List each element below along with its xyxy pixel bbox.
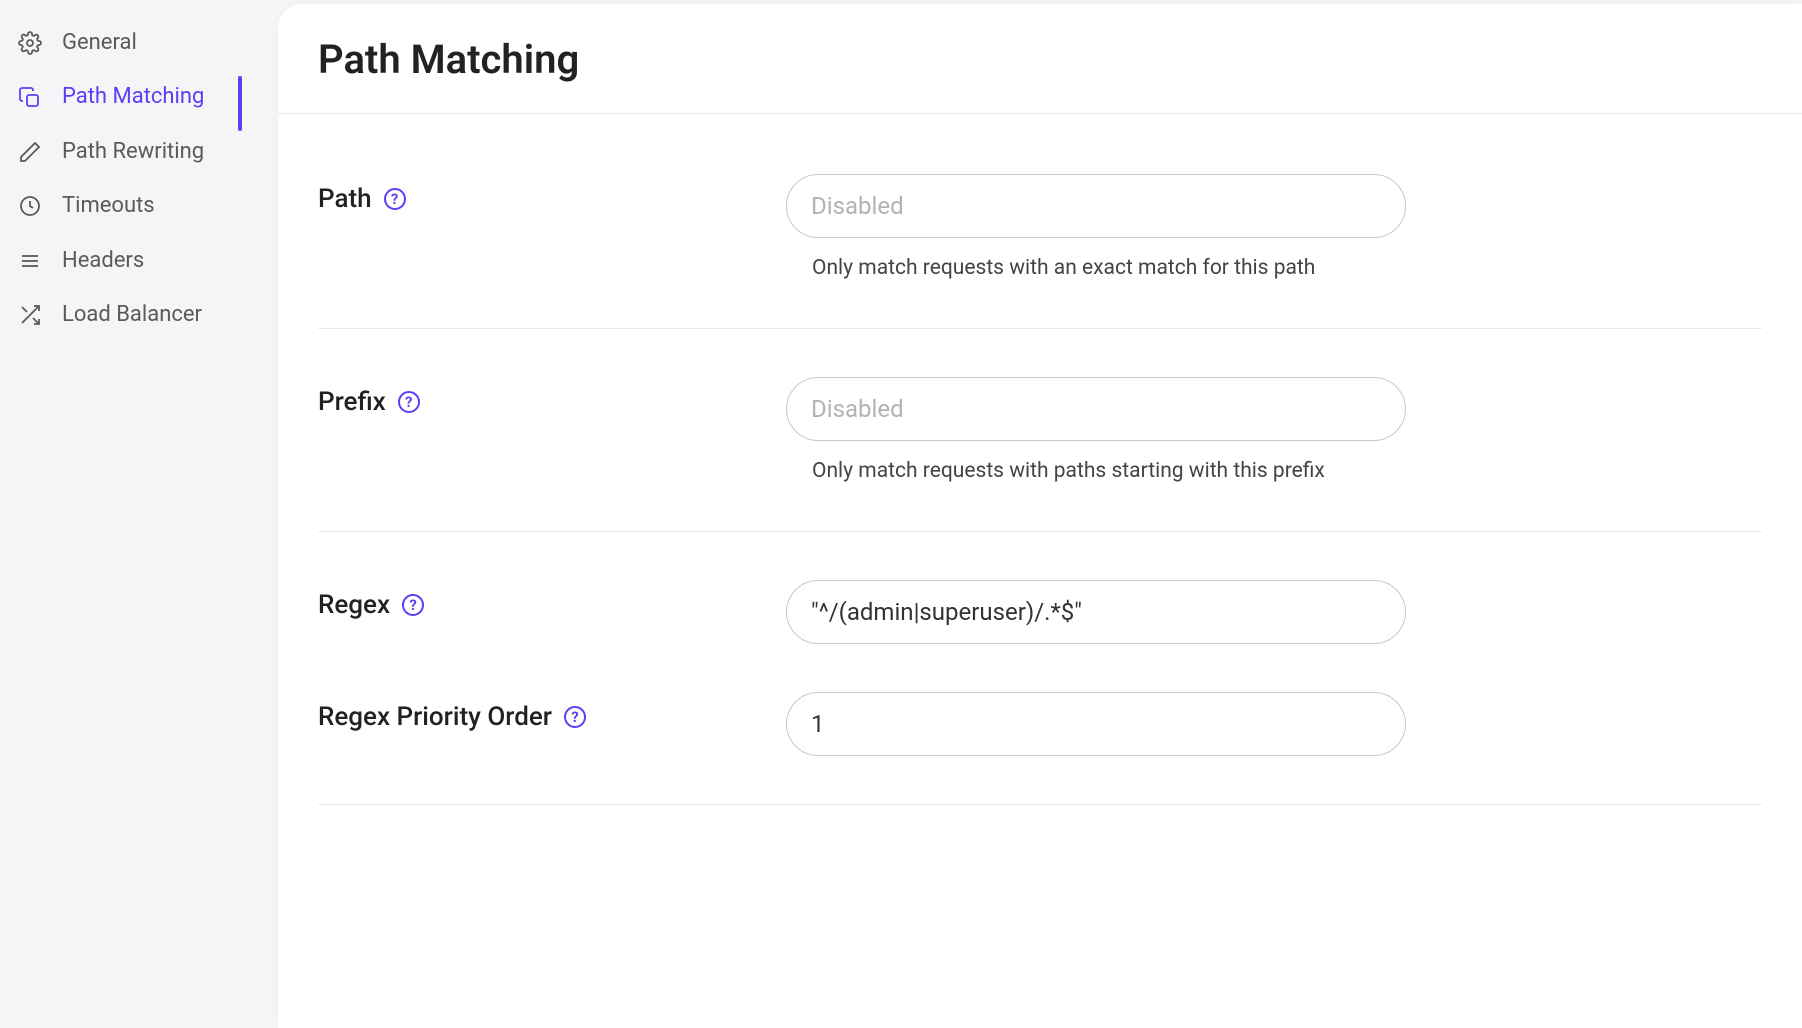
prefix-help-text: Only match requests with paths starting … (812, 459, 1682, 483)
form-row-prefix: Prefix ? Only match requests with paths … (318, 377, 1762, 532)
form-input-col: Only match requests with paths starting … (786, 377, 1762, 483)
regex-priority-label: Regex Priority Order (318, 702, 552, 732)
form-label-col: Path ? (318, 174, 786, 214)
sidebar-item-timeouts[interactable]: Timeouts (0, 179, 278, 233)
path-label: Path (318, 184, 372, 214)
sidebar-item-load-balancer[interactable]: Load Balancer (0, 288, 278, 342)
form-row-path: Path ? Only match requests with an exact… (318, 174, 1762, 329)
clock-icon (18, 194, 42, 218)
form-label-col: Regex Priority Order ? (318, 692, 786, 732)
shuffle-icon (18, 303, 42, 327)
layout: General Path Matching Path Rewriting Tim… (0, 0, 1802, 1028)
gear-icon (18, 31, 42, 55)
form-row-regex-priority: Regex Priority Order ? (318, 692, 1762, 805)
help-icon[interactable]: ? (398, 391, 420, 413)
sidebar-item-label: Timeouts (62, 193, 155, 219)
sidebar-item-general[interactable]: General (0, 16, 278, 70)
page-title: Path Matching (318, 36, 1762, 83)
sidebar-item-label: Path Matching (62, 84, 204, 110)
form-area: Path ? Only match requests with an exact… (278, 114, 1802, 853)
form-label-col: Prefix ? (318, 377, 786, 417)
lines-icon (18, 249, 42, 273)
form-input-col (786, 692, 1762, 756)
prefix-input[interactable] (786, 377, 1406, 441)
form-input-col (786, 580, 1762, 644)
form-label-col: Regex ? (318, 580, 786, 620)
sidebar-item-label: Path Rewriting (62, 139, 204, 165)
sidebar-item-path-rewriting[interactable]: Path Rewriting (0, 125, 278, 179)
sidebar-item-label: General (62, 30, 137, 56)
sidebar-item-path-matching[interactable]: Path Matching (0, 70, 278, 124)
regex-label: Regex (318, 590, 390, 620)
page-header: Path Matching (278, 4, 1802, 114)
sidebar-item-label: Headers (62, 248, 144, 274)
sidebar: General Path Matching Path Rewriting Tim… (0, 0, 278, 1028)
help-icon[interactable]: ? (564, 706, 586, 728)
help-icon[interactable]: ? (384, 188, 406, 210)
help-icon[interactable]: ? (402, 594, 424, 616)
prefix-label: Prefix (318, 387, 386, 417)
copy-icon (18, 86, 42, 110)
path-help-text: Only match requests with an exact match … (812, 256, 1682, 280)
regex-input[interactable] (786, 580, 1406, 644)
main-panel: Path Matching Path ? Only match requests… (278, 4, 1802, 1028)
form-row-regex: Regex ? (318, 580, 1762, 692)
pencil-icon (18, 140, 42, 164)
form-input-col: Only match requests with an exact match … (786, 174, 1762, 280)
sidebar-item-headers[interactable]: Headers (0, 234, 278, 288)
sidebar-item-label: Load Balancer (62, 302, 202, 328)
regex-priority-input[interactable] (786, 692, 1406, 756)
path-input[interactable] (786, 174, 1406, 238)
